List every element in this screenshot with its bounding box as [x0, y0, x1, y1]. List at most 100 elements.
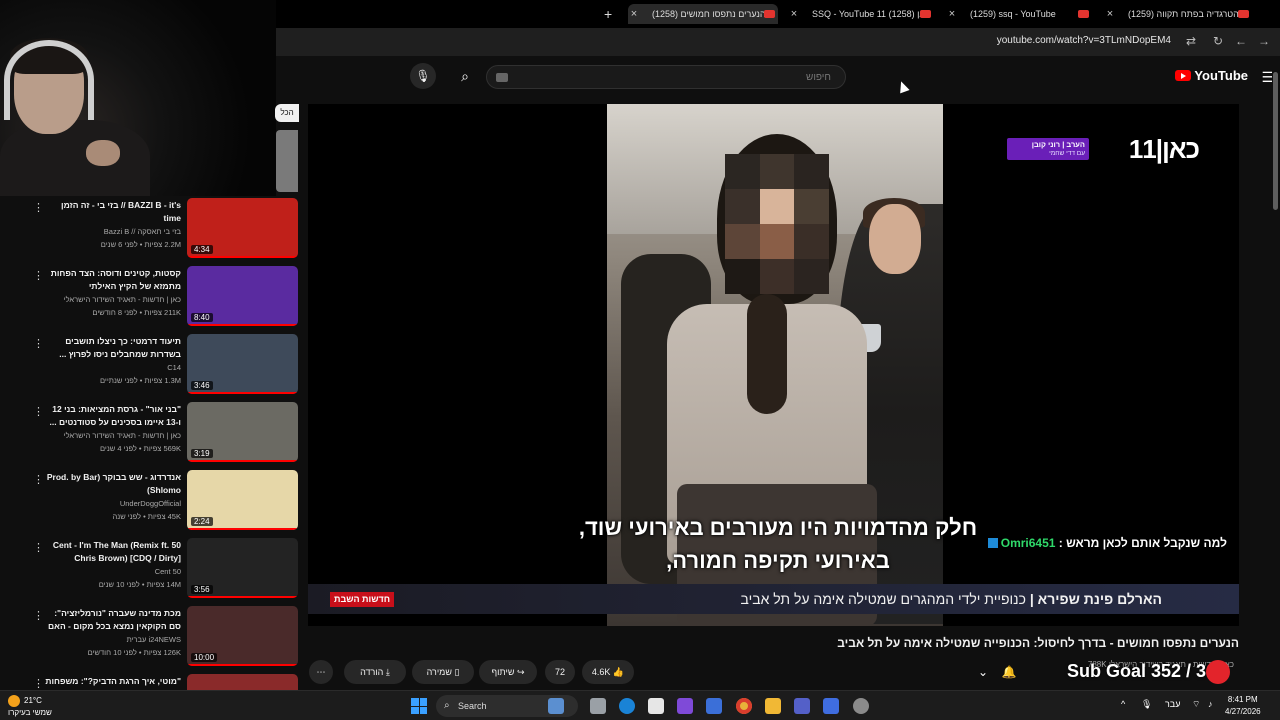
recommendation-thumbnail-partial[interactable] — [276, 130, 298, 192]
reload-icon[interactable]: ↻ — [1213, 34, 1223, 48]
tab-kan11[interactable]: × SSQ - YouTube 11 כאן (1258) — [788, 4, 938, 24]
video-thumbnail[interactable]: 10:00 — [187, 606, 298, 666]
video-thumbnail[interactable]: 3:56 — [187, 538, 298, 598]
language-indicator[interactable]: עבר — [1165, 699, 1180, 709]
chevron-down-icon[interactable]: ⌄ — [978, 661, 988, 683]
forward-icon[interactable]: → — [1258, 34, 1270, 48]
new-tab-button[interactable]: + — [604, 4, 612, 24]
recommendation-item[interactable]: ⋮ 10:00 מכת מדינה שעברה "נורמליזציה": סם ה… — [0, 604, 306, 666]
office-icon[interactable] — [706, 698, 722, 714]
more-actions-button[interactable]: ⋯ — [309, 660, 333, 684]
filter-chip-all[interactable]: הכל — [275, 104, 299, 122]
app-icon[interactable] — [823, 698, 839, 714]
close-icon[interactable]: × — [628, 4, 640, 24]
scrollbar-thumb[interactable] — [1273, 72, 1278, 210]
settings-icon[interactable] — [853, 698, 869, 714]
wifi-icon[interactable]: ⌔ — [1192, 699, 1200, 710]
channel-logo: כאן|11 — [1128, 134, 1200, 164]
recommendation-item[interactable]: ⋮ "מוטי, איך הרגת הדביק?": משפחות — [0, 672, 306, 690]
tab-petah-tikva[interactable]: × (1259) הטרגדיה בפתח תקווה — [1104, 4, 1280, 24]
recommendation-item[interactable]: ⋮ 4:34 BAZZI B - it's // בזי בי - זה הזמן … — [0, 196, 306, 258]
search-input[interactable] — [487, 66, 845, 88]
recommendation-channel[interactable]: בזי בי תאסקה // Bazzi B — [45, 227, 181, 236]
url-field[interactable]: youtube.com/watch?v=3TLmNDopEM4 — [997, 35, 1171, 46]
save-button[interactable]: שמירה ▯ — [412, 660, 474, 684]
recommendation-item[interactable]: ⋮ 3:56 50 Cent - I'm The Man (Remix ft. Ch… — [0, 536, 306, 598]
recommendation-title[interactable]: "מוטי, איך הרגת הדביק?": משפחות — [45, 675, 181, 688]
tab-ssq[interactable]: × (1259) ssq - YouTube — [946, 4, 1096, 24]
recommendation-channel[interactable]: UnderDoggOfficial — [45, 499, 181, 508]
more-vert-icon[interactable]: ⋮ — [33, 337, 44, 350]
temperature: 21°C — [24, 696, 42, 706]
video-thumbnail[interactable]: 2:24 — [187, 470, 298, 530]
task-view-icon[interactable] — [590, 698, 606, 714]
close-icon[interactable]: × — [946, 4, 958, 24]
tab-current-video[interactable]: × (1258) הנערים נתפסו חמושים — [628, 4, 778, 24]
more-vert-icon[interactable]: ⋮ — [33, 201, 44, 214]
widget-icon[interactable] — [548, 698, 564, 714]
more-vert-icon[interactable]: ⋮ — [33, 677, 44, 690]
comments-count[interactable]: 72 — [545, 660, 575, 684]
more-vert-icon[interactable]: ⋮ — [33, 269, 44, 282]
watch-progress-bar — [187, 528, 298, 530]
store-icon[interactable] — [648, 698, 664, 714]
search-icon[interactable]: ⌕ — [452, 63, 478, 89]
like-button[interactable]: 4.6K 👍 — [582, 660, 634, 684]
recommendation-channel[interactable]: C14 — [45, 363, 181, 372]
recommendation-title[interactable]: אנדרדוג - שש בבוקר (Prod. by Bar Shlomo) — [45, 471, 181, 497]
recommendation-title[interactable]: "בני אור" - גרסת המציאות: בני 12 ו-13 אי… — [45, 403, 181, 429]
tray-chevron-icon[interactable]: ^ — [1121, 699, 1125, 709]
share-button[interactable]: שיתוף ↪ — [479, 660, 537, 684]
microphone-icon[interactable]: 🎙 — [410, 63, 436, 89]
recommendation-channel[interactable]: i24NEWS עברית — [45, 635, 181, 644]
more-vert-icon[interactable]: ⋮ — [33, 405, 44, 418]
recommendation-channel[interactable]: כאן | חדשות - תאגיד השידור הישראלי — [45, 431, 181, 440]
more-vert-icon[interactable]: ⋮ — [33, 609, 44, 622]
recommendation-channel[interactable]: כאן | חדשות - תאגיד השידור הישראלי — [45, 295, 181, 304]
show-tag: הערב | רוני קובן עם דדי שחמי — [1007, 138, 1089, 160]
weather-widget[interactable]: 21°C שמשי בעיקרו — [8, 695, 52, 718]
recommendation-title[interactable]: קסטות, קטינים ודוסה: הצד הפחות מתמזא של … — [45, 267, 181, 293]
keyboard-icon[interactable] — [496, 73, 508, 82]
recommendation-item[interactable]: ⋮ 3:19 "בני אור" - גרסת המציאות: בני 12 ו-… — [0, 400, 306, 462]
webcam-overlay — [0, 0, 276, 196]
recommendation-title[interactable]: BAZZI B - it's // בזי בי - זה הזמן time — [45, 199, 181, 225]
recommendation-item[interactable]: ⋮ 2:24 אנדרדוג - שש בבוקר (Prod. by Bar Sh… — [0, 468, 306, 530]
video-thumbnail[interactable]: 3:46 — [187, 334, 298, 394]
recommendation-channel[interactable]: 50 Cent — [45, 567, 181, 576]
recommendation-title[interactable]: תיעוד דרמטי: כך ניצלו תושבים בשדרות שמחב… — [45, 335, 181, 361]
tab-label: (1259) הטרגדיה בפתח תקווה — [1128, 9, 1239, 19]
copilot-icon[interactable] — [677, 698, 693, 714]
windows-start-icon[interactable] — [411, 698, 427, 714]
recommendation-title[interactable]: מכת מדינה שעברה "נורמליזציה": סם הקוקאין… — [45, 607, 181, 634]
download-button[interactable]: הורדה ⤓ — [344, 660, 406, 684]
youtube-logo[interactable]: YouTube — [1175, 68, 1248, 83]
recommendation-meta: 1.3M צפיות • לפני שנתיים — [99, 376, 181, 385]
video-player[interactable]: הערב | רוני קובן עם דדי שחמי כאן|11 חלק … — [308, 104, 1239, 626]
video-thumbnail[interactable]: 4:34 — [187, 198, 298, 258]
close-icon[interactable]: × — [788, 4, 800, 24]
chrome-icon[interactable] — [736, 698, 752, 714]
edge-icon[interactable] — [619, 698, 635, 714]
recommendation-item[interactable]: ⋮ 3:46 תיעוד דרמטי: כך ניצלו תושבים בשדרות… — [0, 332, 306, 394]
youtube-icon — [1238, 10, 1249, 18]
save-label: שמירה — [426, 667, 452, 677]
system-clock[interactable]: 8:41 PM 4/27/2026 — [1225, 694, 1261, 718]
site-settings-icon[interactable]: ⇄ — [1186, 34, 1196, 48]
volume-icon[interactable]: ♪ — [1208, 699, 1213, 709]
video-thumbnail[interactable]: 8:40 — [187, 266, 298, 326]
youtube-header: 🎙 ⌕ YouTube ☰ — [276, 56, 1280, 98]
more-vert-icon[interactable]: ⋮ — [33, 473, 44, 486]
search-box[interactable] — [486, 65, 846, 89]
bell-icon[interactable]: 🔔 — [997, 661, 1021, 683]
recommendation-item[interactable]: ⋮ 8:40 קסטות, קטינים ודוסה: הצד הפחות מתמז… — [0, 264, 306, 326]
mic-tray-icon[interactable]: 🎙 — [1141, 699, 1152, 710]
recommendation-title[interactable]: 50 Cent - I'm The Man (Remix ft. Chris B… — [45, 539, 181, 565]
back-icon[interactable]: ← — [1235, 34, 1247, 48]
video-thumbnail[interactable] — [187, 674, 298, 690]
folder-icon[interactable] — [765, 698, 781, 714]
video-thumbnail[interactable]: 3:19 — [187, 402, 298, 462]
close-icon[interactable]: × — [1104, 4, 1116, 24]
teams-icon[interactable] — [794, 698, 810, 714]
more-vert-icon[interactable]: ⋮ — [33, 541, 44, 554]
